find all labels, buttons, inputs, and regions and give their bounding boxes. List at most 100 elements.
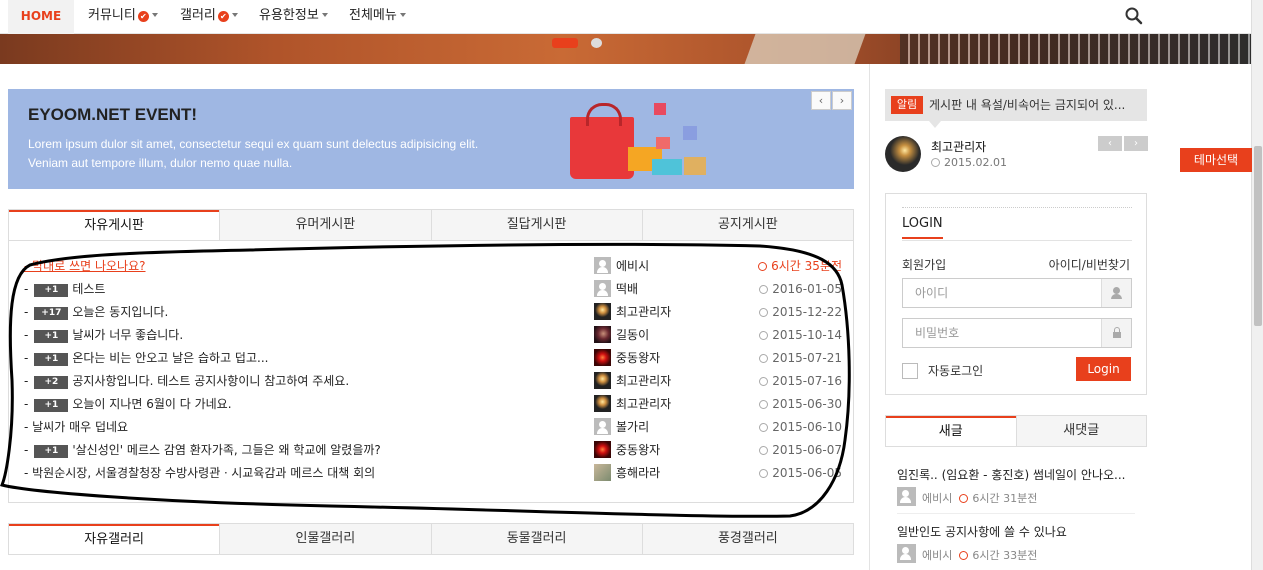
post-subject[interactable]: - +1 '살신성인' 메르스 감염 환자가족, 그들은 왜 학교에 알렸을까?	[24, 439, 381, 462]
post-subject[interactable]: - +1 테스트	[24, 278, 105, 301]
avatar	[594, 372, 611, 389]
tab-free-gallery[interactable]: 자유갤러리	[9, 524, 220, 554]
post-author[interactable]: 최고관리자	[594, 301, 671, 324]
post-subject[interactable]: - +17 오늘은 동지입니다.	[24, 301, 168, 324]
post-subject-text: 온다는 비는 안오고 날은 습하고 덥고...	[72, 351, 269, 365]
slide-dot-active[interactable]	[552, 38, 578, 48]
post-author[interactable]: 흥해라라	[594, 462, 660, 485]
shopping-bag-icon	[570, 103, 634, 179]
page-scrollbar[interactable]	[1251, 0, 1263, 570]
nav-all-menu-label: 전체메뉴	[349, 8, 397, 23]
table-row[interactable]: - 막대로 쓰면 나오나요? 에비시 6시간 35분전	[24, 255, 842, 278]
author-name: 최고관리자	[616, 397, 672, 411]
login-button[interactable]: Login	[1076, 357, 1131, 381]
table-row[interactable]: - +1 테스트 떡배 2016-01-05	[24, 278, 842, 301]
auto-login[interactable]: 자동로그인	[902, 362, 983, 379]
tab-animal-gallery[interactable]: 동물갤러리	[430, 524, 642, 554]
tab-people-gallery[interactable]: 인물갤러리	[219, 524, 430, 554]
scrollbar-thumb[interactable]	[1254, 146, 1262, 326]
admin-date: 2015.02.01	[931, 156, 1007, 169]
clock-icon	[959, 494, 969, 503]
next-arrow-icon[interactable]: ›	[1124, 136, 1148, 151]
caret-down-icon	[321, 13, 328, 17]
signup-link[interactable]: 회원가입	[902, 256, 946, 273]
side-tabs: 새글 새댓글	[885, 415, 1147, 447]
avatar	[594, 303, 611, 320]
post-date: 2015-06-05	[759, 462, 842, 485]
side-post-title[interactable]: 일반인도 공지사항에 쓸 수 있나요	[897, 523, 1137, 540]
post-author[interactable]: 중동왕자	[594, 439, 660, 462]
post-subject[interactable]: - +1 온다는 비는 안오고 날은 습하고 덥고...	[24, 347, 268, 370]
tab-new-comments[interactable]: 새댓글	[1015, 416, 1147, 446]
table-row[interactable]: - +1 '살신성인' 메르스 감염 환자가족, 그들은 왜 학교에 알렸을까? 중동…	[24, 439, 842, 462]
nav-home[interactable]: HOME	[8, 0, 74, 34]
table-row[interactable]: - 날씨가 매우 덥네요 볼가리 2015-06-10	[24, 416, 842, 439]
clock-icon	[758, 262, 768, 271]
post-subject[interactable]: - +1 날씨가 너무 좋습니다.	[24, 324, 183, 347]
ornament-icon	[656, 137, 670, 149]
password-field[interactable]: 비밀번호	[902, 318, 1132, 348]
tab-notice-board[interactable]: 공지게시판	[641, 210, 853, 240]
tab-humor-board[interactable]: 유머게시판	[219, 210, 430, 240]
next-arrow-icon[interactable]: ›	[832, 91, 852, 110]
author-name: 볼가리	[616, 420, 650, 434]
vote-badge: +1	[34, 353, 69, 366]
tab-new-posts[interactable]: 새글	[886, 416, 1016, 446]
nav-community[interactable]: 커뮤니티 ✔	[88, 0, 158, 34]
tab-landscape-gallery[interactable]: 풍경갤러리	[641, 524, 853, 554]
table-row[interactable]: - 박원순시장, 서울경찰청장 수방사령관ㆍ시교육감과 메르스 대책 회의 흥해라…	[24, 462, 842, 485]
id-field[interactable]: 아이디	[902, 278, 1132, 308]
prev-arrow-icon[interactable]: ‹	[811, 91, 831, 110]
list-item[interactable]: 일반인도 공지사항에 쓸 수 있나요 에비시 6시간 33분전	[897, 523, 1137, 563]
event-banner[interactable]: EYOOM.NET EVENT! Lorem ipsum dulor sit a…	[8, 89, 854, 189]
post-subject[interactable]: - 박원순시장, 서울경찰청장 수방사령관ㆍ시교육감과 메르스 대책 회의	[24, 462, 375, 485]
login-box: LOGIN 회원가입 아이디/비번찾기 아이디 비밀번호 자동로그인 Login	[885, 193, 1147, 395]
post-subject[interactable]: - +1 오늘이 지나면 6월이 다 가네요.	[24, 393, 232, 416]
notice-text[interactable]: 게시판 내 욕설/비속어는 금지되어 있...	[929, 89, 1125, 121]
nav-gallery[interactable]: 갤러리 ✔	[180, 0, 238, 34]
theme-select-button[interactable]: 테마선택	[1180, 148, 1252, 172]
list-item[interactable]: 임진록.. (임요환 - 홍진호) 썸네일이 안나오... 에비시 6시간 31분…	[897, 466, 1137, 506]
post-date: 2015-07-21	[759, 347, 842, 370]
post-author[interactable]: 에비시	[594, 255, 649, 278]
post-author[interactable]: 볼가리	[594, 416, 649, 439]
post-date-value: 2015-12-22	[772, 305, 842, 319]
divider	[902, 240, 1132, 241]
gift-box-icon	[652, 159, 682, 175]
post-subject[interactable]: - 날씨가 매우 덥네요	[24, 416, 128, 439]
post-author[interactable]: 최고관리자	[594, 370, 671, 393]
table-row[interactable]: - +1 날씨가 너무 좋습니다. 길동이 2015-10-14	[24, 324, 842, 347]
vote-badge: +17	[34, 307, 69, 320]
side-post-time: 6시간 31분전	[972, 492, 1038, 505]
banner-decoration	[900, 34, 1251, 64]
tab-free-board[interactable]: 자유게시판	[9, 210, 220, 240]
post-author[interactable]: 중동왕자	[594, 347, 660, 370]
vote-badge: +1	[34, 445, 69, 458]
tab-qna-board[interactable]: 질답게시판	[430, 210, 642, 240]
side-post-author: 에비시	[922, 492, 953, 505]
prev-arrow-icon[interactable]: ‹	[1098, 136, 1122, 151]
nav-useful-info-label: 유용한정보	[259, 8, 319, 23]
search-icon[interactable]	[1124, 6, 1144, 26]
table-row[interactable]: - +1 온다는 비는 안오고 날은 습하고 덥고... 중동왕자 2015-07-21	[24, 347, 842, 370]
post-author[interactable]: 길동이	[594, 324, 649, 347]
find-account-link[interactable]: 아이디/비번찾기	[1049, 256, 1130, 273]
post-date-value: 2015-06-10	[772, 420, 842, 434]
post-author[interactable]: 떡배	[594, 278, 638, 301]
post-subject[interactable]: - +2 공지사항입니다. 테스트 공지사항이니 참고하여 주세요.	[24, 370, 349, 393]
auto-login-checkbox[interactable]	[902, 363, 918, 379]
notice-ticker[interactable]: 알림 게시판 내 욕설/비속어는 금지되어 있...	[885, 89, 1147, 128]
table-row[interactable]: - +1 오늘이 지나면 6월이 다 가네요. 최고관리자 2015-06-30	[24, 393, 842, 416]
table-row[interactable]: - +2 공지사항입니다. 테스트 공지사항이니 참고하여 주세요. 최고관리자 201…	[24, 370, 842, 393]
post-subject-text: 날씨가 너무 좋습니다.	[72, 328, 184, 342]
side-post-title[interactable]: 임진록.. (임요환 - 홍진호) 썸네일이 안나오...	[897, 466, 1137, 483]
author-name: 흥해라라	[616, 466, 661, 480]
post-author[interactable]: 최고관리자	[594, 393, 671, 416]
post-subject[interactable]: - 막대로 쓰면 나오나요?	[24, 255, 146, 278]
author-name: 최고관리자	[616, 374, 672, 388]
side-post-time: 6시간 33분전	[972, 549, 1038, 562]
nav-useful-info[interactable]: 유용한정보	[259, 0, 328, 34]
slide-dot[interactable]	[591, 38, 602, 48]
nav-all-menu[interactable]: 전체메뉴	[349, 0, 406, 34]
table-row[interactable]: - +17 오늘은 동지입니다. 최고관리자 2015-12-22	[24, 301, 842, 324]
